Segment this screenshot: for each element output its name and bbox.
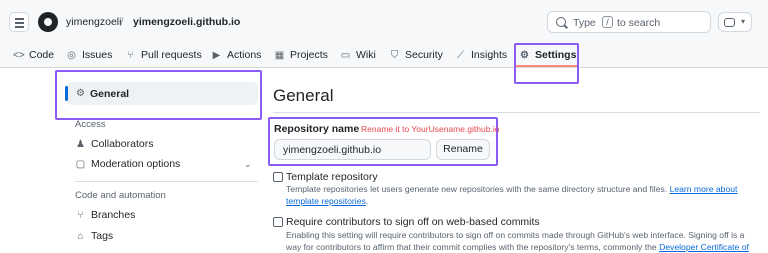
template-repository-checkbox[interactable] <box>273 172 283 182</box>
repo-name-link[interactable]: yimengzoeli.github.io <box>133 16 240 28</box>
search-prefix: Type <box>573 17 596 29</box>
tab-label: Security <box>405 49 443 61</box>
sidebar-item-collaborators[interactable]: ♟ Collaborators <box>75 138 153 150</box>
tab-wiki[interactable]: ▭ Wiki <box>340 46 376 64</box>
copilot-icon <box>724 18 735 27</box>
search-shortcut-key: / <box>602 16 613 28</box>
repo-owner-link[interactable]: yimengzoeli <box>66 16 121 28</box>
menu-button[interactable] <box>9 12 29 32</box>
tab-label: Issues <box>82 49 113 61</box>
tab-actions[interactable]: ▶ Actions <box>211 46 262 64</box>
menu-icon-line <box>15 26 24 28</box>
signoff-checkbox[interactable] <box>273 217 283 227</box>
tab-insights[interactable]: ⟋ Insights <box>455 46 507 64</box>
top-header: yimengzoeli / yimengzoeli.github.io Type… <box>0 0 768 42</box>
template-repository-desc: Template repositories let users generate… <box>286 183 762 207</box>
sidebar-heading-code: Code and automation <box>75 190 166 201</box>
sidebar-item-label: Collaborators <box>91 138 154 150</box>
page-title: General <box>273 86 334 105</box>
search-suffix: to search <box>617 17 661 29</box>
sidebar-divider <box>75 181 258 182</box>
tab-label: Wiki <box>356 49 376 61</box>
rename-button[interactable]: Rename <box>436 139 490 160</box>
code-icon: <> <box>13 49 25 61</box>
tab-label: Insights <box>471 49 508 61</box>
graph-icon: ⟋ <box>457 49 464 61</box>
repo-name-label: Repository name <box>274 123 360 135</box>
shield-icon: ⛉ <box>390 49 399 61</box>
tag-icon: ⌂ <box>77 230 84 242</box>
tab-projects[interactable]: ▦ Projects <box>274 46 328 64</box>
pull-request-icon: ⑂ <box>127 49 134 61</box>
sidebar-item-label: General <box>90 88 130 100</box>
play-icon: ▶ <box>212 49 221 61</box>
search-input[interactable]: Type / to search <box>547 11 711 33</box>
menu-icon-line <box>15 22 24 24</box>
sidebar-item-label: Tags <box>91 230 114 242</box>
settings-highlight-box <box>514 43 579 84</box>
repo-name-input[interactable]: yimengzoeli.github.io <box>274 139 431 160</box>
signoff-desc: Enabling this setting will require contr… <box>286 229 762 253</box>
template-repository-title: Template repository <box>286 171 378 183</box>
tab-label: Pull requests <box>141 49 202 61</box>
tab-security[interactable]: ⛉ Security <box>389 46 443 64</box>
gear-icon: ⚙ <box>76 88 85 99</box>
search-icon <box>556 17 566 27</box>
title-divider <box>273 112 760 113</box>
active-indicator <box>65 86 68 101</box>
book-icon: ▭ <box>340 49 351 61</box>
people-icon: ♟ <box>76 138 85 150</box>
sidebar-heading-access: Access <box>75 119 106 130</box>
tab-code[interactable]: <> Code <box>13 46 54 64</box>
tab-pull-requests[interactable]: ⑂ Pull requests <box>125 46 202 64</box>
template-desc-end: . <box>365 196 369 206</box>
sidebar-item-moderation[interactable]: ▢ Moderation options <box>75 158 181 170</box>
sidebar-item-branches[interactable]: ⑂ Branches <box>75 209 136 221</box>
sidebar-item-label: Moderation options <box>91 158 181 170</box>
sidebar-item-tags[interactable]: ⌂ Tags <box>75 230 113 242</box>
signoff-title: Require contributors to sign off on web-… <box>286 216 540 228</box>
repo-nav-tabs: <> Code ◎ Issues ⑂ Pull requests ▶ Actio… <box>0 42 768 68</box>
tab-label: Actions <box>227 49 262 61</box>
tab-issues[interactable]: ◎ Issues <box>66 46 112 64</box>
sidebar-item-general[interactable]: ⚙ General <box>65 82 258 105</box>
tab-label: Projects <box>290 49 328 61</box>
github-logo-icon[interactable] <box>38 12 58 32</box>
menu-icon <box>15 18 24 20</box>
table-icon: ▦ <box>274 49 285 61</box>
issue-icon: ◎ <box>67 49 76 61</box>
breadcrumb-separator: / <box>120 15 124 29</box>
rename-annotation: Rename it to YourUsename.github.io <box>361 124 500 134</box>
copilot-button[interactable]: ▾ <box>718 12 752 32</box>
tab-label: Code <box>29 49 55 61</box>
comment-icon: ▢ <box>75 158 86 170</box>
chevron-down-icon: ▾ <box>741 17 746 26</box>
chevron-down-icon[interactable]: ⌄ <box>244 159 252 170</box>
sidebar-item-label: Branches <box>91 209 136 221</box>
template-desc-text: Template repositories let users generate… <box>286 184 668 194</box>
branch-icon: ⑂ <box>77 209 84 221</box>
